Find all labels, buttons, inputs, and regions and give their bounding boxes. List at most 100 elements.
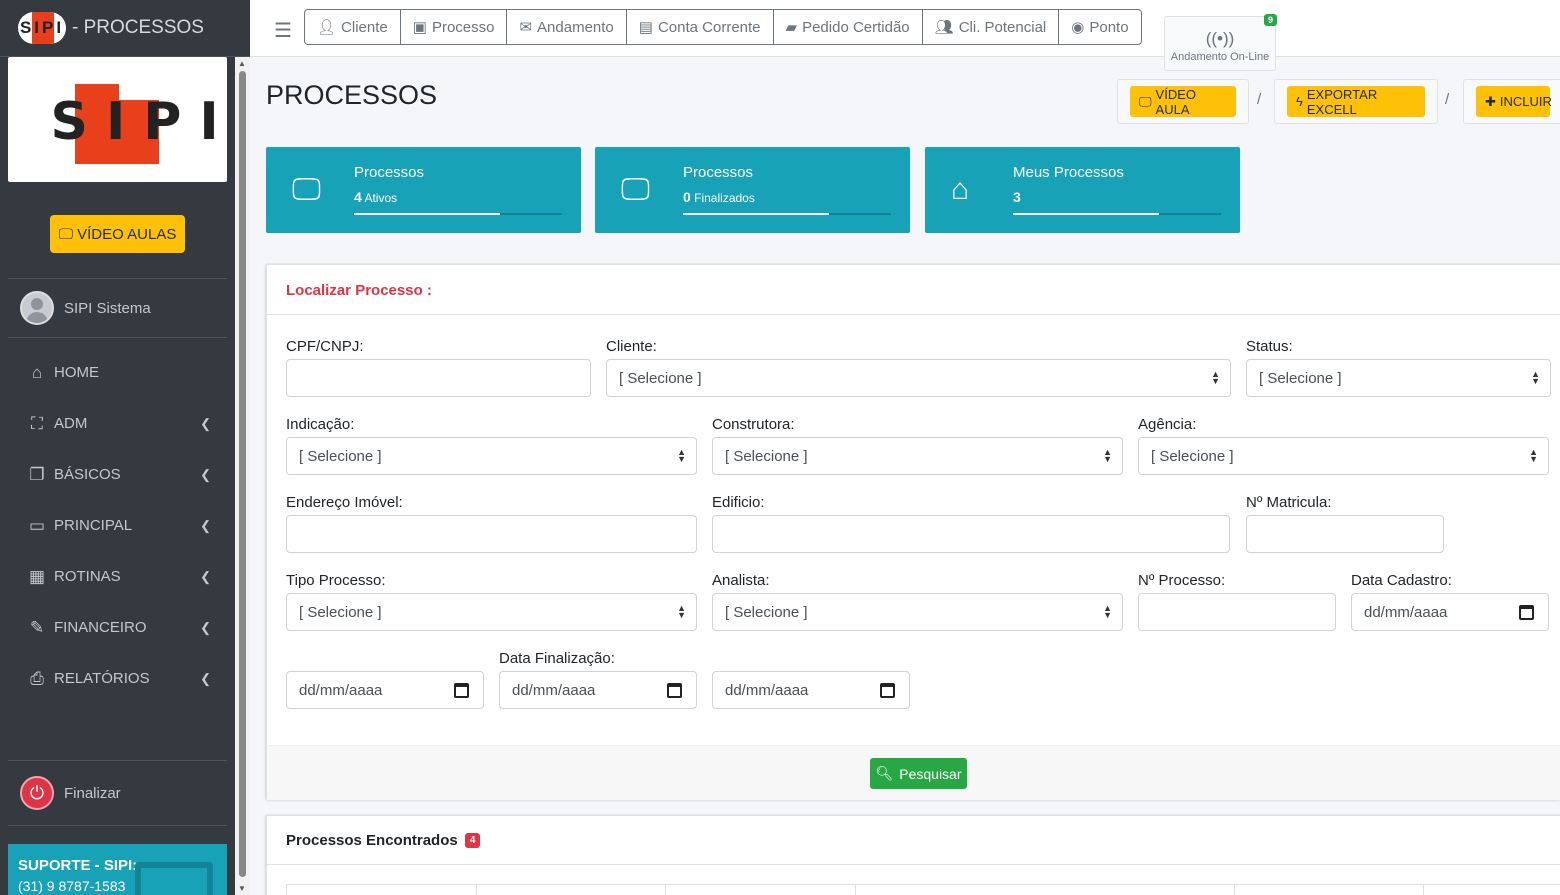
data-finalizacao-fim-input[interactable]: dd/mm/aaaa (712, 671, 910, 709)
desktop-icon: 🖵 (58, 225, 74, 243)
nprocesso-label: Nº Processo: (1138, 572, 1226, 589)
chevron-left-icon: ❮ (200, 517, 211, 533)
desktop-icon: 🖵 (1139, 93, 1152, 109)
status-label: Status: (1246, 338, 1293, 355)
nprocesso-input[interactable] (1138, 593, 1336, 631)
sidebar-item-adm[interactable]: ⛶ ADM ❮ (8, 398, 227, 449)
top-navbar: ☰ 👤︎ Cliente ▣ Processo ✉ Andamento ▤ Conta … (250, 0, 1560, 71)
scroll-thumb[interactable] (239, 71, 246, 877)
menu-toggle-icon[interactable]: ☰ (274, 18, 292, 43)
construtora-select[interactable]: [ Selecione ] ▲ ▼ (712, 437, 1123, 475)
user-icon: 👤︎ (317, 19, 337, 36)
user-panel[interactable]: SIPI Sistema (8, 278, 227, 338)
video-aulas-button[interactable]: 🖵 VÍDEO AULAS (50, 215, 185, 253)
nav-conta-corrente-button[interactable]: ▤ Conta Corrente (627, 10, 774, 44)
select-arrow-icon: ▲ ▼ (1211, 369, 1220, 386)
endereco-input[interactable] (286, 515, 697, 553)
print-icon: ⎙ (30, 668, 44, 688)
data-cadastro-fim-input[interactable]: dd/mm/aaaa (286, 671, 484, 709)
separator: / (1445, 91, 1450, 108)
matricula-label: Nº Matricula: (1246, 494, 1332, 511)
envelope-icon: ✉ (519, 19, 533, 36)
select-arrow-icon: ▲ ▼ (1103, 447, 1112, 464)
edit-icon: ✎ (29, 617, 45, 637)
video-aula-wrap: 🖵 VÍDEO AULA (1117, 79, 1249, 124)
users-icon: 👥︎ (934, 19, 954, 36)
results-card: Processos Encontrados 4 (266, 815, 1560, 895)
cliente-label: Cliente: (606, 338, 657, 355)
cpf-input[interactable] (286, 359, 591, 397)
nav-cliente-button[interactable]: 👤︎ Cliente (305, 10, 401, 44)
info-box-meus-processos[interactable]: ⌂ Meus Processos 3 (925, 147, 1240, 233)
andamento-online-button[interactable]: ((•)) Andamento On-Line 9 (1164, 14, 1277, 71)
chevron-left-icon: ❮ (200, 466, 211, 482)
nav-processo-button[interactable]: ▣ Processo (401, 10, 508, 44)
sidebar-item-relatorios[interactable]: ⎙ RELATÓRIOS ❮ (8, 653, 227, 704)
nav-pedido-certidao-button[interactable]: ▰ Pedido Certidão (774, 10, 923, 44)
folder-icon: ▰ (785, 19, 798, 36)
results-count-badge: 4 (464, 833, 481, 848)
select-arrow-icon: ▲ ▼ (677, 447, 686, 464)
sidebar-nav: ⌂ HOME ⛶ ADM ❮ ❐ BÁSICOS ❮ ▭ PRINCIPAL ❮… (8, 347, 227, 704)
matricula-input[interactable] (1246, 515, 1444, 553)
exportar-wrap: ϟ EXPORTAR EXCELL (1274, 79, 1438, 124)
indicacao-label: Indicação: (286, 416, 355, 433)
sidebar-item-home[interactable]: ⌂ HOME (8, 347, 227, 398)
brand[interactable]: SIPI - PROCESSOS (0, 0, 250, 57)
indicacao-select[interactable]: [ Selecione ] ▲ ▼ (286, 437, 697, 475)
select-arrow-icon: ▲ ▼ (677, 603, 686, 620)
power-icon: ⏻ (20, 776, 54, 810)
info-box-finalizados[interactable]: 🖵 Processos 0 Finalizados (595, 147, 910, 233)
data-cadastro-label: Data Cadastro: (1351, 572, 1452, 589)
select-arrow-icon: ▲ ▼ (1531, 369, 1540, 386)
exportar-excel-button[interactable]: ϟ EXPORTAR EXCELL (1287, 86, 1425, 117)
home-icon: ⌂ (951, 173, 970, 206)
nav-andamento-button[interactable]: ✉ Andamento (507, 10, 627, 44)
incluir-button[interactable]: ✚ INCLUIR (1476, 86, 1552, 117)
user-name: SIPI Sistema (64, 299, 151, 317)
sidebar-scrollbar[interactable]: ▲ ▼ (235, 57, 250, 895)
finalizar-button[interactable]: ⏻ Finalizar (8, 760, 227, 826)
plus-icon: ✚ (1485, 93, 1496, 109)
monitor-icon (135, 862, 213, 895)
agencia-select[interactable]: [ Selecione ] ▲ ▼ (1138, 437, 1549, 475)
desktop-icon: 🖵 (621, 173, 650, 206)
construtora-label: Construtora: (712, 416, 795, 433)
endereco-label: Endereço Imóvel: (286, 494, 403, 511)
search-card: Localizar Processo : CPF/CNPJ: Cliente: … (266, 264, 1560, 800)
nav-cli-potencial-button[interactable]: 👥︎ Cli. Potencial (923, 10, 1060, 44)
data-cadastro-input[interactable]: dd/mm/aaaa (1351, 593, 1549, 631)
progress-bar (683, 213, 891, 215)
scroll-down-icon[interactable]: ▼ (238, 884, 246, 893)
calendar-icon[interactable] (880, 682, 895, 698)
eye-icon: ◉ (1071, 19, 1085, 36)
sidebar-item-rotinas[interactable]: ▦ ROTINAS ❮ (8, 551, 227, 602)
calendar-icon[interactable] (454, 682, 469, 698)
calendar-icon[interactable] (1519, 604, 1534, 620)
sidebar-item-financeiro[interactable]: ✎ FINANCEIRO ❮ (8, 602, 227, 653)
progress-bar (1013, 213, 1221, 215)
calendar-icon[interactable] (667, 682, 682, 698)
nav-ponto-button[interactable]: ◉ Ponto (1059, 10, 1140, 44)
select-arrow-icon: ▲ ▼ (1529, 447, 1538, 464)
status-select[interactable]: [ Selecione ] ▲ ▼ (1246, 359, 1551, 397)
video-aula-button[interactable]: 🖵 VÍDEO AULA (1130, 86, 1236, 117)
tipo-processo-select[interactable]: [ Selecione ] ▲ ▼ (286, 593, 697, 631)
calculator-icon: ▤ (638, 19, 653, 36)
separator: / (1257, 91, 1262, 108)
sidebar: SIPI - PROCESSOS SIPI 🖵 VÍDEO AULAS SIPI… (0, 0, 250, 895)
edificio-input[interactable] (712, 515, 1230, 553)
scroll-up-icon[interactable]: ▲ (238, 59, 246, 68)
sidebar-item-principal[interactable]: ▭ PRINCIPAL ❮ (8, 500, 227, 551)
brand-title: - PROCESSOS (72, 17, 204, 38)
search-card-title: Localizar Processo : (267, 265, 1560, 315)
search-icon: 🔍︎ (875, 765, 894, 781)
info-box-ativos[interactable]: 🖵 Processos 4 Ativos (266, 147, 581, 233)
notification-badge: 9 (1263, 14, 1277, 26)
cliente-select[interactable]: [ Selecione ] ▲ ▼ (606, 359, 1231, 397)
analista-select[interactable]: [ Selecione ] ▲ ▼ (712, 593, 1123, 631)
pesquisar-button[interactable]: 🔍︎ Pesquisar (870, 758, 967, 789)
chevron-left-icon: ❮ (200, 619, 211, 635)
sidebar-item-basicos[interactable]: ❐ BÁSICOS ❮ (8, 449, 227, 500)
data-finalizacao-inicio-input[interactable]: dd/mm/aaaa (499, 671, 697, 709)
